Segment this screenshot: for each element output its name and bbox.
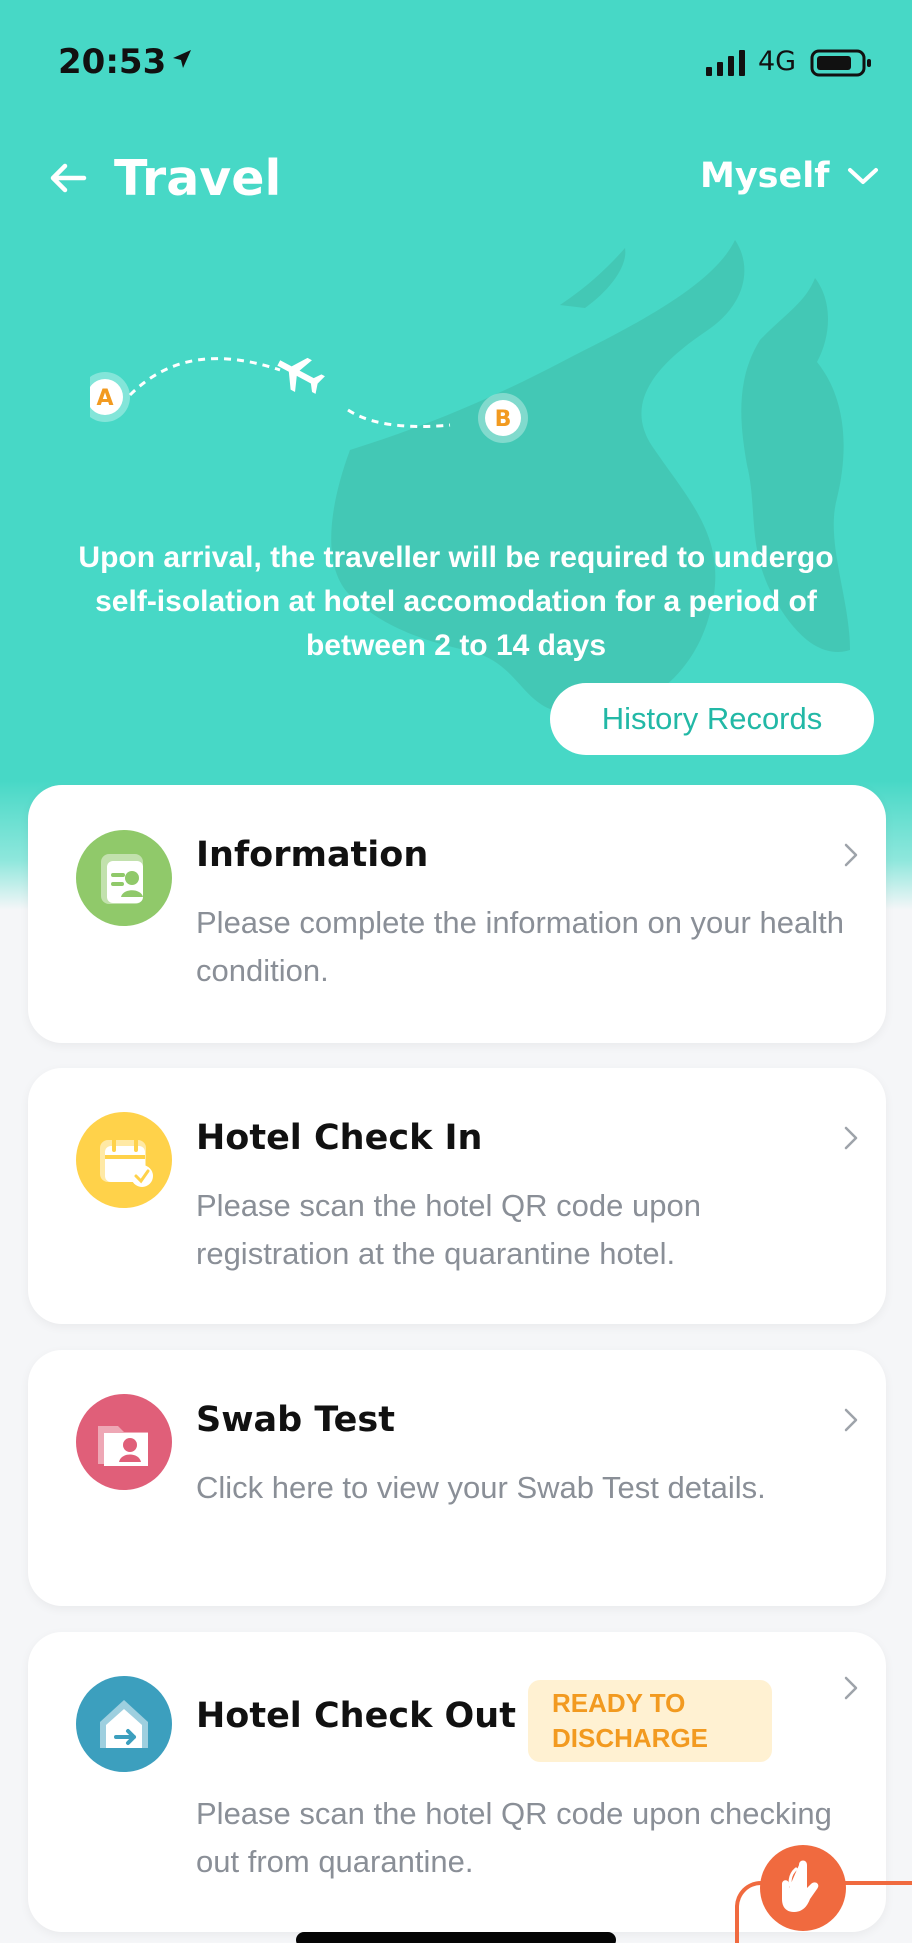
route-illustration: A B (90, 357, 528, 443)
badge-text: READY TO DISCHARGE (552, 1688, 709, 1753)
help-button[interactable] (760, 1845, 846, 1931)
calendar-check-icon (76, 1112, 172, 1208)
card-title: Information (196, 835, 429, 875)
status-bar: 20:53 4G (0, 0, 912, 120)
card-title: Hotel Check Out (196, 1696, 516, 1736)
back-arrow-icon[interactable] (48, 158, 88, 198)
card-description: Please scan the hotel QR code upon check… (196, 1796, 832, 1879)
point-a-label: A (96, 386, 113, 411)
chevron-right-icon (844, 1408, 858, 1432)
house-exit-icon (76, 1676, 172, 1772)
information-icon (76, 830, 172, 926)
hotel-check-in-card[interactable]: Hotel Check In Please scan the hotel QR … (28, 1068, 886, 1324)
swab-test-card[interactable]: Swab Test Click here to view your Swab T… (28, 1350, 886, 1606)
history-records-button[interactable]: History Records (550, 683, 874, 755)
page-title: Travel (114, 150, 282, 207)
status-time: 20:53 (58, 42, 167, 82)
profile-selector[interactable]: Myself (700, 156, 879, 196)
information-card[interactable]: Information Please complete the informat… (28, 785, 886, 1043)
card-title: Hotel Check In (196, 1118, 483, 1158)
card-description: Click here to view your Swab Test detail… (196, 1470, 766, 1505)
chevron-down-icon (848, 168, 879, 184)
signal-icon (706, 50, 745, 76)
card-description: Please scan the hotel QR code upon regis… (196, 1188, 701, 1271)
home-indicator (296, 1932, 616, 1943)
network-type: 4G (758, 46, 797, 77)
arrival-notice: Upon arrival, the traveller will be requ… (78, 541, 834, 662)
airplane-icon (277, 357, 325, 394)
chevron-right-icon (844, 1126, 858, 1150)
chevron-right-icon (844, 843, 858, 867)
card-title: Swab Test (196, 1400, 395, 1440)
card-description: Please complete the information on your … (196, 905, 844, 988)
discharge-status-badge: READY TO DISCHARGE (528, 1680, 772, 1762)
swab-folder-icon (76, 1394, 172, 1490)
point-b-label: B (495, 407, 512, 432)
profile-name: Myself (700, 156, 830, 196)
location-arrow-icon (173, 50, 191, 68)
chevron-right-icon (844, 1676, 858, 1700)
hand-pointer-icon (782, 1860, 819, 1912)
travel-screen: 20:53 4G Travel Myself A B Upon arrival,… (0, 0, 912, 1943)
travel-header: 20:53 4G Travel Myself A B Upon arrival,… (0, 0, 912, 910)
battery-icon (810, 49, 871, 77)
